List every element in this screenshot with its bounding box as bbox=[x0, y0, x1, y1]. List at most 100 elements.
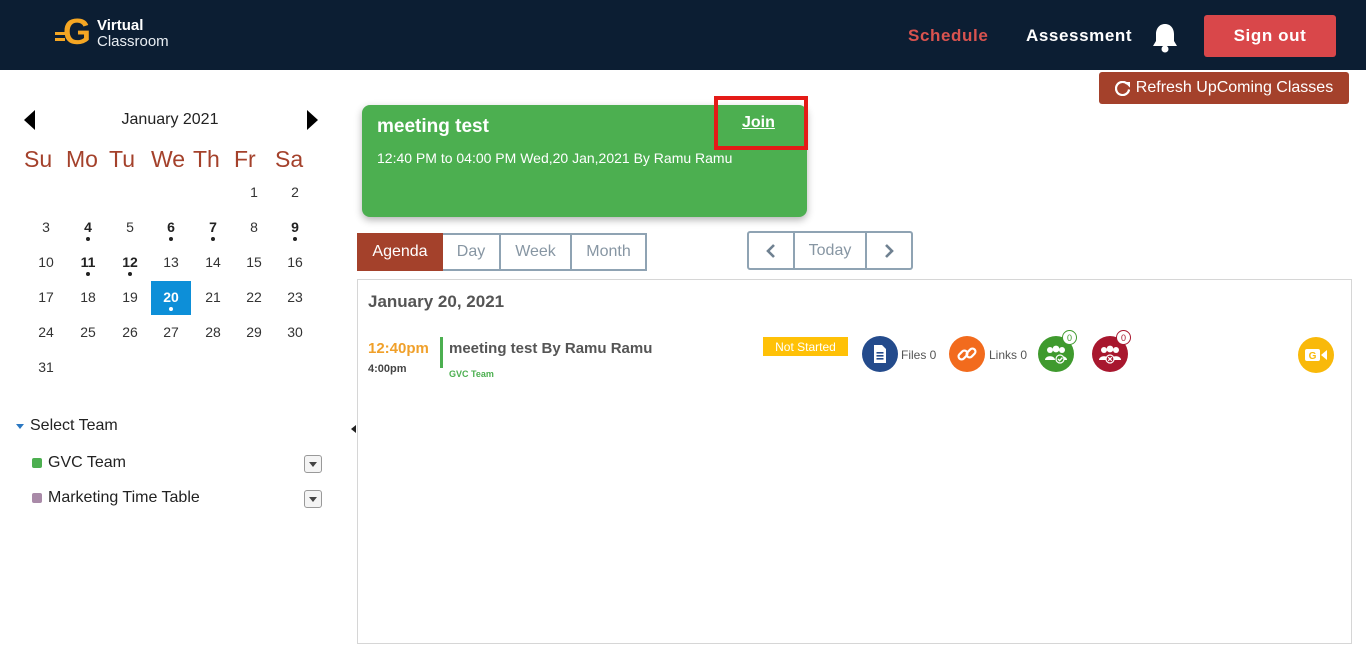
calendar-day[interactable]: 8 bbox=[234, 217, 274, 251]
calendar-day[interactable]: 1 bbox=[234, 182, 274, 216]
join-highlight-box bbox=[714, 96, 808, 150]
calendar-day[interactable]: 6 bbox=[151, 217, 191, 251]
calendar-day[interactable]: 5 bbox=[110, 217, 150, 251]
calendar-day[interactable]: 23 bbox=[275, 287, 315, 321]
nav-assessment-link[interactable]: Assessment bbox=[1026, 26, 1132, 46]
chevron-right-icon bbox=[885, 243, 894, 258]
calendar-day[interactable]: 20 bbox=[151, 281, 191, 315]
calendar-day[interactable]: 11 bbox=[68, 252, 108, 286]
view-tabs: Agenda Day Week Month bbox=[357, 233, 647, 271]
calendar-day-number: 2 bbox=[291, 184, 299, 200]
sign-out-button[interactable]: Sign out bbox=[1204, 15, 1336, 57]
calendar-day[interactable]: 28 bbox=[193, 322, 233, 356]
calendar-day[interactable]: 18 bbox=[68, 287, 108, 321]
event-title[interactable]: meeting test By Ramu Ramu bbox=[449, 340, 652, 357]
calendar-day-number: 3 bbox=[42, 219, 50, 235]
calendar-day[interactable]: 21 bbox=[193, 287, 233, 321]
calendar-prev-month-icon[interactable] bbox=[24, 110, 35, 130]
calendar-day-number: 9 bbox=[291, 219, 299, 235]
calendar-day[interactable]: 25 bbox=[68, 322, 108, 356]
app-logo[interactable]: G Virtual Classroom bbox=[55, 14, 169, 54]
team-color-swatch bbox=[32, 493, 42, 503]
calendar-day[interactable]: 14 bbox=[193, 252, 233, 286]
calendar-day-number: 27 bbox=[163, 324, 179, 340]
calendar-day-number: 24 bbox=[38, 324, 54, 340]
calendar-day-number: 6 bbox=[167, 219, 175, 235]
team-item-marketing[interactable]: Marketing Time Table bbox=[32, 489, 200, 507]
meeting-title: meeting test bbox=[377, 116, 489, 137]
calendar-next-month-icon[interactable] bbox=[307, 110, 318, 130]
calendar-day-number: 25 bbox=[80, 324, 96, 340]
select-team-toggle[interactable]: Select Team bbox=[16, 417, 118, 435]
collapse-sidebar-icon[interactable] bbox=[351, 425, 356, 433]
notification-bell-icon[interactable] bbox=[1151, 22, 1179, 54]
calendar-day[interactable]: 7 bbox=[193, 217, 233, 251]
calendar-day[interactable]: 24 bbox=[26, 322, 66, 356]
tab-day[interactable]: Day bbox=[443, 233, 501, 271]
calendar-day[interactable]: 2 bbox=[275, 182, 315, 216]
weekday-header: Fr bbox=[234, 146, 256, 172]
team-dropdown-button[interactable] bbox=[304, 455, 322, 473]
calendar-day[interactable]: 26 bbox=[110, 322, 150, 356]
logo-g-icon: G bbox=[55, 14, 93, 52]
team-item-gvc[interactable]: GVC Team bbox=[32, 454, 126, 472]
calendar-day-number: 16 bbox=[287, 254, 303, 270]
tab-month[interactable]: Month bbox=[572, 233, 647, 271]
calendar-day-number: 17 bbox=[38, 289, 54, 305]
event-dot bbox=[211, 237, 215, 241]
logo-line1: Virtual bbox=[97, 17, 144, 34]
files-icon[interactable] bbox=[862, 336, 898, 372]
calendar-day-number: 28 bbox=[205, 324, 221, 340]
meeting-time: 12:40 PM to 04:00 PM Wed,20 Jan,2021 By … bbox=[377, 150, 733, 166]
calendar-day[interactable]: 12 bbox=[110, 252, 150, 286]
weekday-header: Tu bbox=[109, 146, 135, 172]
calendar-day[interactable]: 9 bbox=[275, 217, 315, 251]
calendar-day[interactable]: 27 bbox=[151, 322, 191, 356]
next-period-button[interactable] bbox=[867, 233, 911, 268]
calendar-day[interactable]: 17 bbox=[26, 287, 66, 321]
event-dot bbox=[86, 237, 90, 241]
team-color-swatch bbox=[32, 458, 42, 468]
weekday-header: Th bbox=[193, 146, 220, 172]
team-name: GVC Team bbox=[48, 454, 126, 471]
refresh-upcoming-classes-button[interactable]: Refresh UpComing Classes bbox=[1099, 72, 1349, 104]
calendar-day-number: 29 bbox=[246, 324, 262, 340]
nav-schedule-link[interactable]: Schedule bbox=[908, 26, 988, 46]
calendar-day[interactable]: 3 bbox=[26, 217, 66, 251]
calendar-day[interactable]: 19 bbox=[110, 287, 150, 321]
video-join-icon[interactable]: G bbox=[1298, 337, 1334, 373]
prev-period-button[interactable] bbox=[749, 233, 795, 268]
calendar-day-number: 22 bbox=[246, 289, 262, 305]
team-dropdown-button[interactable] bbox=[304, 490, 322, 508]
calendar-day-number: 11 bbox=[80, 254, 96, 270]
chevron-left-icon bbox=[766, 243, 775, 258]
calendar-day[interactable]: 10 bbox=[26, 252, 66, 286]
agenda-panel: January 20, 2021 12:40pm 4:00pm meeting … bbox=[357, 279, 1352, 644]
calendar-day-number: 23 bbox=[287, 289, 303, 305]
team-name: Marketing Time Table bbox=[48, 489, 200, 506]
tab-agenda[interactable]: Agenda bbox=[357, 233, 443, 271]
calendar-day-number: 4 bbox=[84, 219, 92, 235]
calendar-day-number: 13 bbox=[163, 254, 179, 270]
date-navigation: Today bbox=[747, 231, 913, 270]
weekday-header: Sa bbox=[275, 146, 304, 172]
logo-line2: Classroom bbox=[97, 33, 169, 50]
links-icon[interactable] bbox=[949, 336, 985, 372]
calendar-day[interactable]: 30 bbox=[275, 322, 315, 356]
tab-week[interactable]: Week bbox=[501, 233, 572, 271]
calendar-day-number: 8 bbox=[250, 219, 258, 235]
calendar-day[interactable]: 16 bbox=[275, 252, 315, 286]
event-dot bbox=[128, 272, 132, 276]
today-button[interactable]: Today bbox=[795, 233, 867, 268]
refresh-icon bbox=[1114, 80, 1130, 96]
calendar-day[interactable]: 22 bbox=[234, 287, 274, 321]
event-dot bbox=[293, 237, 297, 241]
calendar-month-title: January 2021 bbox=[121, 111, 219, 128]
agenda-date-heading: January 20, 2021 bbox=[368, 292, 505, 311]
calendar-day[interactable]: 29 bbox=[234, 322, 274, 356]
calendar-day-number: 19 bbox=[122, 289, 138, 305]
refresh-label: Refresh UpComing Classes bbox=[1135, 79, 1334, 96]
calendar-day[interactable]: 31 bbox=[26, 357, 66, 391]
calendar-day[interactable]: 15 bbox=[234, 252, 274, 286]
calendar-day[interactable]: 4 bbox=[68, 217, 108, 251]
